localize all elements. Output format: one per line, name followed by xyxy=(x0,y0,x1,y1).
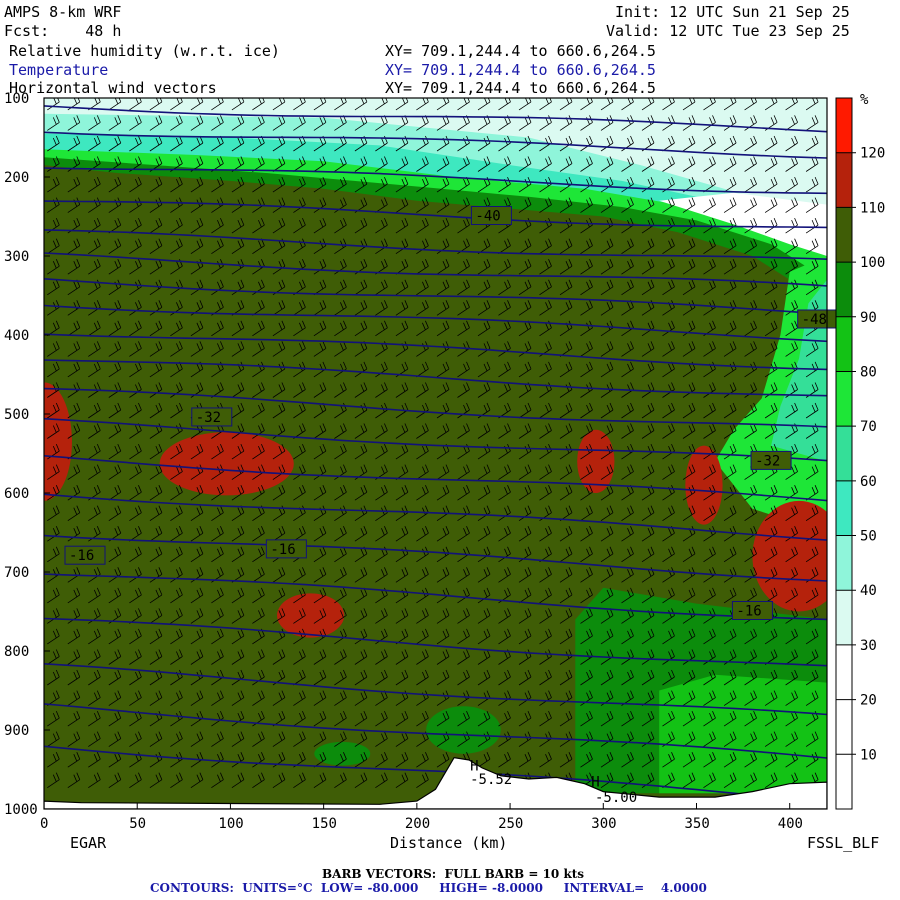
x-tick-label: 150 xyxy=(312,816,337,832)
colorbar-swatch xyxy=(836,590,852,645)
contour-legend: CONTOURS: UNITS=°C LOW= -80.000 HIGH= -8… xyxy=(150,881,707,895)
x-right-station-label: FSSL_BLF xyxy=(807,834,879,852)
colorbar-swatch xyxy=(836,207,852,263)
colorbar-swatch xyxy=(836,426,852,481)
barb-legend: BARB VECTORS: FULL BARB = 10 kts xyxy=(322,867,585,881)
temperature-contour-label: -16 xyxy=(69,548,94,564)
colorbar-level-label: 40 xyxy=(860,583,877,599)
x-tick-label: 350 xyxy=(685,816,710,832)
x-tick-label: 0 xyxy=(40,816,48,832)
x-tick-label: 100 xyxy=(218,816,243,832)
rh-field xyxy=(44,98,827,809)
x-tick-label: 400 xyxy=(778,816,803,832)
colorbar-swatch xyxy=(836,262,852,317)
y-tick-label: 300 xyxy=(4,249,29,265)
colorbar-level-label: 110 xyxy=(860,200,885,216)
rh-fill-lower-right-95 xyxy=(659,674,827,794)
y-tick-label: 700 xyxy=(4,565,29,581)
colorbar-swatch xyxy=(836,480,852,536)
colorbar-swatch xyxy=(836,98,852,153)
y-tick-label: 100 xyxy=(4,91,29,107)
surface-pressure-label: -5.00 xyxy=(595,790,637,806)
colorbar-level-label: 30 xyxy=(860,638,877,654)
colorbar-swatch xyxy=(836,316,852,372)
colorbar-level-label: 100 xyxy=(860,255,885,271)
cross-section-chart: -48-40-32-32-16 -16-16H-5.52 H-5.001002003… xyxy=(4,91,885,852)
rh-supersat-region xyxy=(277,593,345,638)
temperature-contour-label: -32 xyxy=(196,410,221,426)
y-tick-label: 600 xyxy=(4,486,29,502)
y-tick-label: 200 xyxy=(4,170,29,186)
colorbar-swatch xyxy=(836,754,852,809)
colorbar-level-label: 80 xyxy=(860,364,877,380)
colorbar-unit-label: % xyxy=(860,92,869,108)
y-tick-label: 800 xyxy=(4,644,29,660)
rh-supersat-region xyxy=(752,500,827,612)
y-tick-label: 400 xyxy=(4,328,29,344)
surface-pressure-label: -5.52 xyxy=(470,772,512,788)
temperature-contour-label: -40 xyxy=(475,209,500,225)
x-left-station-label: EGAR xyxy=(70,834,107,852)
y-tick-label: 1000 xyxy=(4,802,38,818)
temperature-contour-label: -16 xyxy=(736,604,761,620)
colorbar-level-label: 50 xyxy=(860,529,877,545)
temperature-contour-label: -16 xyxy=(270,542,295,558)
temperature-contour-label: -32 xyxy=(755,453,780,469)
temperature-contour-label: -48 xyxy=(802,312,827,328)
colorbar-swatch xyxy=(836,371,852,427)
colorbar-swatch xyxy=(836,644,852,700)
surface-pressure-label: H xyxy=(591,774,599,790)
colorbar-level-label: 20 xyxy=(860,693,877,709)
colorbar-level-label: 120 xyxy=(860,146,885,162)
x-axis-label: Distance (km) xyxy=(390,834,507,852)
colorbar-level-label: 90 xyxy=(860,310,877,326)
colorbar-swatch xyxy=(836,152,852,208)
x-tick-label: 250 xyxy=(498,816,523,832)
x-tick-label: 300 xyxy=(591,816,616,832)
colorbar-swatch xyxy=(836,535,852,591)
x-tick-label: 50 xyxy=(129,816,146,832)
colorbar-level-label: 70 xyxy=(860,419,877,435)
y-tick-label: 500 xyxy=(4,407,29,423)
colorbar-level-label: 60 xyxy=(860,474,877,490)
colorbar-swatch xyxy=(836,699,852,755)
y-tick-label: 900 xyxy=(4,723,29,739)
colorbar-level-label: 10 xyxy=(860,747,877,763)
x-tick-label: 200 xyxy=(405,816,430,832)
